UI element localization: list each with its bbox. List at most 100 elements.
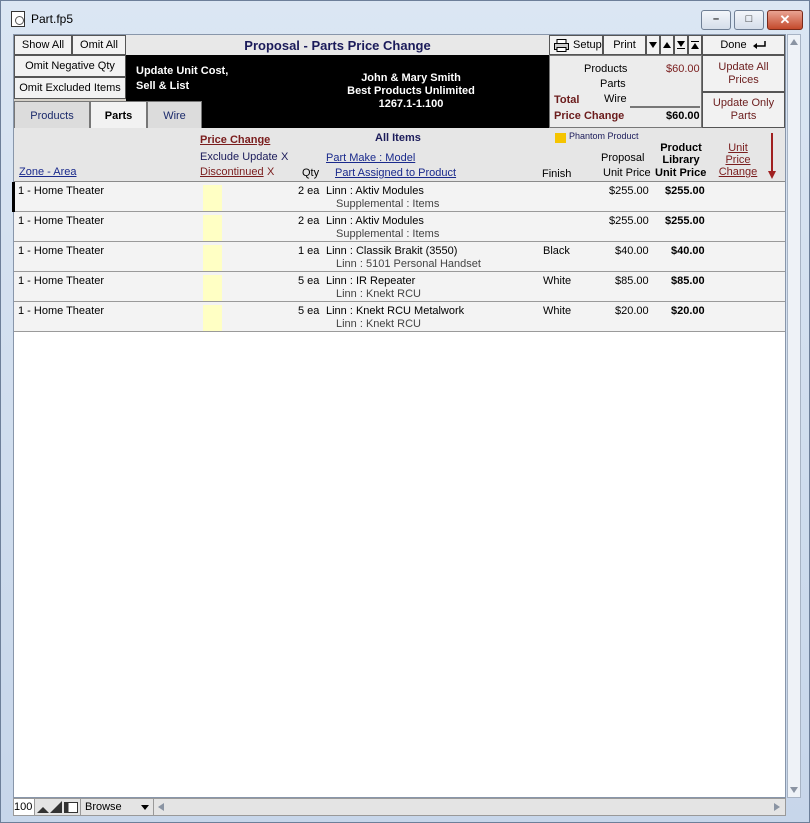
unit-price-change-sort[interactable]: Unit Price Change [716, 142, 760, 178]
scroll-up-icon[interactable] [790, 39, 798, 45]
part-cell: Linn : Aktiv Modules [326, 215, 424, 227]
client-name: John & Mary Smith [361, 72, 461, 84]
layout-area: Show All Omit All Omit Negative Qty Omit… [12, 34, 786, 798]
discontinued-label[interactable]: Discontinued [200, 166, 264, 178]
tab-parts[interactable]: Parts [90, 101, 147, 129]
tab-products[interactable]: Products [14, 101, 90, 129]
exclude-update-x: X [281, 151, 289, 163]
exclude-checkbox[interactable] [203, 275, 222, 301]
return-arrow-icon [752, 41, 766, 49]
zoom-in-icon[interactable] [50, 801, 62, 813]
part-assigned-sort[interactable]: Part Assigned to Product [335, 167, 456, 179]
exclude-checkbox[interactable] [203, 215, 222, 241]
exclude-update-label: Exclude Update [200, 151, 278, 163]
qty-cell: 5 ea [298, 305, 320, 317]
document-icon [11, 11, 25, 27]
assigned-cell: Linn : Knekt RCU [336, 288, 421, 300]
page-title: Proposal - Parts Price Change [126, 35, 549, 55]
omit-excluded-items-button[interactable]: Omit Excluded Items [14, 77, 126, 99]
proposal-price-cell: $40.00 [615, 245, 649, 257]
update-unit-cost-text: Update Unit Cost, Sell & List [136, 64, 228, 94]
omit-negative-qty-button[interactable]: Omit Negative Qty [14, 55, 126, 77]
qty-label: Qty [302, 167, 320, 179]
zone-cell: 1 - Home Theater [18, 215, 105, 227]
part-cell: Linn : IR Repeater [326, 275, 416, 287]
price-change-heading[interactable]: Price Change [200, 134, 270, 146]
minimize-icon: – [712, 13, 720, 25]
proposal-price-cell: $255.00 [609, 215, 649, 227]
mode-select[interactable]: Browse [80, 799, 154, 815]
setup-button[interactable]: Setup [549, 35, 603, 55]
close-button[interactable]: ✕ [767, 10, 803, 30]
maximize-button[interactable]: □ [734, 10, 764, 30]
table-row[interactable]: 1 - Home Theater 5 ea Linn : IR Repeater… [14, 272, 785, 302]
client-info: John & Mary Smith Best Products Unlimite… [276, 72, 546, 111]
title-bar: Part.fp5 – □ ✕ [1, 1, 809, 33]
assigned-cell: Supplemental : Items [336, 198, 440, 210]
status-area-icon[interactable] [64, 802, 78, 813]
show-all-button[interactable]: Show All [14, 35, 72, 55]
print-button[interactable]: Print [603, 35, 646, 55]
previous-record-button[interactable] [660, 35, 674, 55]
omit-all-button[interactable]: Omit All [72, 35, 126, 55]
wire-label: Wire [604, 93, 627, 105]
qty-cell: 1 ea [298, 245, 320, 257]
minimize-button[interactable]: – [701, 10, 731, 30]
triangle-up-icon [663, 42, 671, 48]
app-window: Part.fp5 – □ ✕ Show All Omit All Omit Ne… [0, 0, 810, 823]
table-row[interactable]: 1 - Home Theater 2 ea Linn : Aktiv Modul… [14, 212, 785, 242]
proposal-price-cell: $20.00 [615, 305, 649, 317]
tab-wire[interactable]: Wire [147, 101, 202, 129]
scroll-down-icon[interactable] [790, 787, 798, 793]
qty-cell: 2 ea [298, 185, 320, 197]
exclude-checkbox[interactable] [203, 185, 222, 211]
scroll-left-icon[interactable] [158, 803, 164, 811]
finish-cell: White [543, 275, 572, 287]
part-make-model-sort[interactable]: Part Make : Model [326, 152, 415, 164]
zone-area-sort[interactable]: Zone - Area [19, 166, 76, 178]
sort-down-arrow-icon[interactable] [767, 133, 777, 179]
part-cell: Linn : Knekt RCU Metalwork [326, 305, 465, 317]
assigned-cell: Supplemental : Items [336, 228, 440, 240]
table-row[interactable]: 1 - Home Theater 1 ea Linn : Classik Bra… [14, 242, 785, 272]
last-record-icon [677, 41, 685, 49]
update-only-parts-button[interactable]: Update Only Parts [702, 92, 785, 128]
vertical-scrollbar[interactable] [787, 34, 801, 798]
totals-panel: Products $60.00 Parts Total Wire Price C… [549, 55, 702, 128]
library-price-cell: $20.00 [671, 305, 705, 317]
proposal-number: 1267.1-1.100 [378, 98, 444, 110]
finish-label: Finish [542, 168, 572, 180]
discontinued-x: X [267, 166, 275, 178]
price-change-label: Price Change [554, 110, 625, 122]
window-title: Part.fp5 [31, 12, 74, 26]
done-label: Done [720, 38, 747, 51]
zoom-level[interactable]: 100 [14, 799, 35, 815]
library-price-cell: $40.00 [671, 245, 705, 257]
all-items-label: All Items [375, 132, 421, 144]
next-record-button[interactable] [674, 35, 688, 55]
phantom-product-legend: Phantom Product [569, 131, 639, 141]
proposal-label: Proposal [601, 152, 645, 164]
update-all-prices-button[interactable]: Update All Prices [702, 55, 785, 92]
qty-cell: 2 ea [298, 215, 320, 227]
proposal-price-cell: $85.00 [615, 275, 649, 287]
zone-cell: 1 - Home Theater [18, 275, 105, 287]
scroll-right-icon[interactable] [774, 803, 780, 811]
exclude-checkbox[interactable] [203, 305, 222, 331]
first-record-button[interactable] [688, 35, 702, 55]
library-unit-price-label: Unit Price [655, 167, 707, 179]
close-icon: ✕ [779, 12, 791, 27]
zoom-out-icon[interactable] [37, 802, 49, 813]
phantom-swatch [555, 133, 566, 143]
table-row[interactable]: 1 - Home Theater 5 ea Linn : Knekt RCU M… [14, 302, 785, 332]
dropdown-arrow-button[interactable] [646, 35, 660, 55]
zone-cell: 1 - Home Theater [18, 245, 105, 257]
totals-divider [630, 106, 700, 108]
company-name: Best Products Unlimited [347, 85, 475, 97]
first-record-icon [691, 41, 699, 49]
product-library-label: Product Library [660, 142, 702, 166]
done-button[interactable]: Done [702, 35, 785, 55]
exclude-checkbox[interactable] [203, 245, 222, 271]
table-row[interactable]: 1 - Home Theater 2 ea Linn : Aktiv Modul… [12, 182, 785, 212]
finish-cell: White [543, 305, 572, 317]
